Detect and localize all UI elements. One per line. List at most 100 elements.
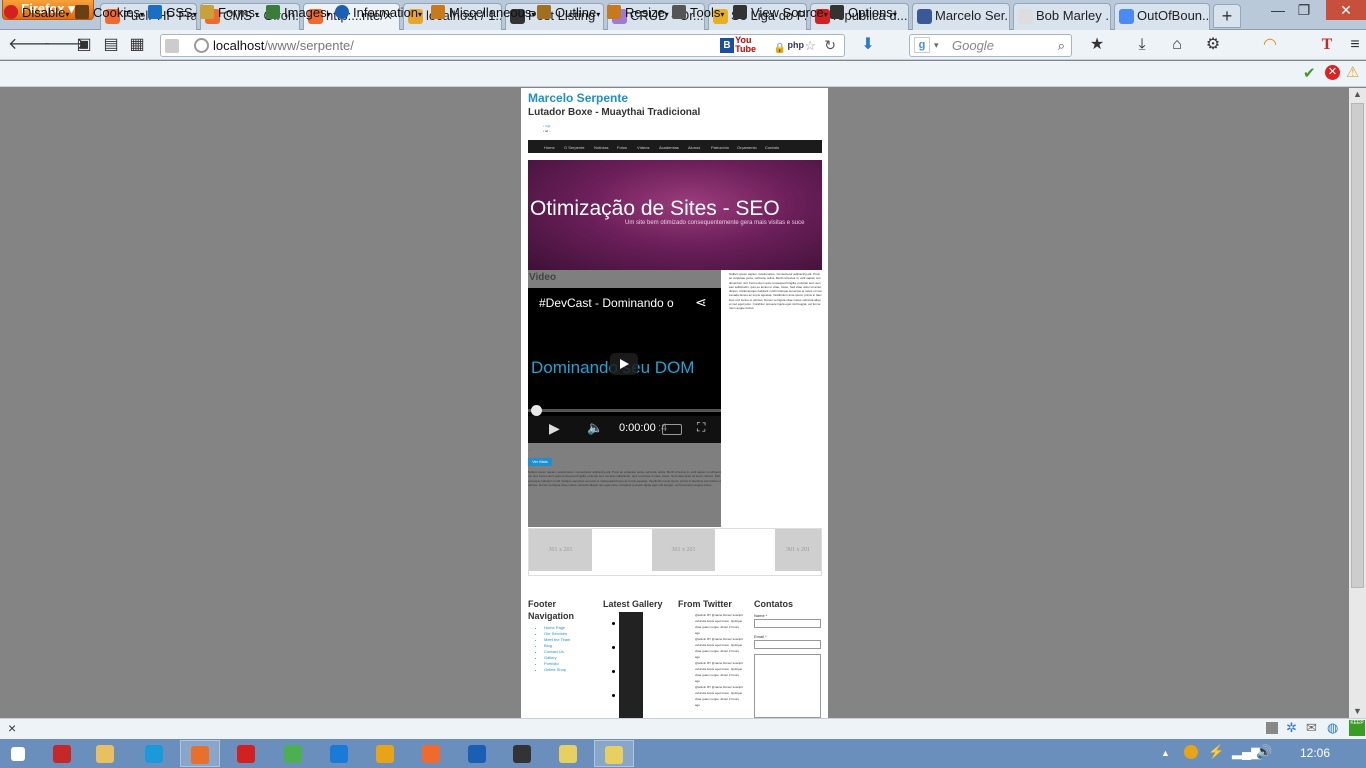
- close-addon-bar-icon[interactable]: ×: [8, 720, 16, 736]
- taskbar-power-app[interactable]: [42, 740, 82, 767]
- network-addon-icon[interactable]: ✲: [1286, 720, 1297, 736]
- webdev-menu-css[interactable]: CSS▾: [148, 4, 197, 23]
- webdev-menu-miscellaneous[interactable]: Miscellaneous▾: [431, 4, 535, 23]
- webdev-menu-options[interactable]: Options▾: [830, 4, 897, 23]
- php-addon-icon[interactable]: php: [788, 36, 805, 54]
- error-icon[interactable]: ✕: [1325, 65, 1340, 80]
- taskbar-opera[interactable]: [226, 740, 266, 767]
- taskbar-xampp[interactable]: [411, 740, 451, 767]
- scroll-down-icon[interactable]: ▼: [1353, 706, 1362, 716]
- browser-tab[interactable]: Marcelo Ser...: [912, 3, 1010, 30]
- site-nav-link[interactable]: Alunos: [688, 145, 700, 150]
- tray-expand-icon[interactable]: ▲: [1161, 748, 1170, 758]
- t-addon-icon[interactable]: T: [1317, 36, 1337, 54]
- close-window-button[interactable]: ✕: [1326, 0, 1366, 20]
- youtube-addon-icon[interactable]: You Tube: [735, 36, 756, 54]
- downloads-icon[interactable]: ⤓: [1132, 36, 1152, 54]
- site-nav-link[interactable]: Contato: [765, 145, 779, 150]
- gallery-widget[interactable]: [619, 612, 643, 718]
- forward-icon[interactable]: 🡒: [43, 36, 86, 54]
- name-field[interactable]: [754, 619, 821, 628]
- taskbar-file-explorer[interactable]: [85, 740, 125, 767]
- search-input[interactable]: g ▾ Google ⌕: [909, 34, 1072, 57]
- webdev-menu-resize[interactable]: Resize▾: [607, 4, 669, 23]
- footer-nav-link[interactable]: Online Shop: [544, 667, 570, 673]
- checkmark-icon[interactable]: ✔: [1303, 64, 1316, 82]
- video-progress[interactable]: [528, 409, 721, 412]
- site-nav-link[interactable]: Orçamento: [737, 145, 757, 150]
- site-nav-link[interactable]: O Serpente: [564, 145, 584, 150]
- site-nav-link[interactable]: Academias: [659, 145, 679, 150]
- minimize-button[interactable]: —: [1264, 0, 1292, 20]
- webdev-menu-outline[interactable]: Outline▾: [537, 4, 600, 23]
- site-nav-link[interactable]: Vídeos: [637, 145, 649, 150]
- bookmark-star-icon[interactable]: ☆: [804, 35, 816, 56]
- message-field[interactable]: [754, 654, 821, 718]
- url-bar[interactable]: localhost/www/serpente/ ↻ ☆ B You Tube 🔒 …: [160, 34, 845, 57]
- b-addon-icon[interactable]: B: [720, 38, 734, 53]
- mail-icon[interactable]: ✉: [1306, 720, 1317, 736]
- video-title[interactable]: #DevCast - Dominando o: [539, 296, 679, 310]
- addon-icon[interactable]: [1266, 722, 1278, 734]
- taskbar-media-player[interactable]: [365, 740, 405, 767]
- gear-icon[interactable]: ⚙: [1203, 36, 1223, 54]
- scroll-up-icon[interactable]: ▲: [1353, 89, 1362, 99]
- site-nav-link[interactable]: Home: [544, 145, 555, 150]
- clock[interactable]: 12:06: [1300, 746, 1330, 760]
- keep-addon-icon[interactable]: KEEP: [1349, 720, 1365, 736]
- menu-icon[interactable]: ≡: [1345, 36, 1365, 54]
- progress-knob[interactable]: [531, 405, 542, 416]
- sidebar-icon[interactable]: ▤: [101, 36, 121, 54]
- thumbnail[interactable]: 301 x 201: [652, 529, 715, 571]
- taskbar-terminal[interactable]: [502, 740, 542, 767]
- ver-mais-button[interactable]: Ver Mais: [528, 458, 552, 466]
- browser-tab[interactable]: OutOfBoun...: [1114, 3, 1210, 30]
- webdev-menu-tools[interactable]: Tools▾: [672, 4, 724, 23]
- youtube-logo-icon[interactable]: [662, 424, 682, 435]
- thumbnail[interactable]: 301 x 201: [775, 529, 821, 571]
- volume-icon[interactable]: 🔈: [587, 420, 603, 436]
- taskbar-app[interactable]: [134, 740, 174, 767]
- webdev-menu-images[interactable]: Images▾: [266, 4, 331, 23]
- scrollbar-thumb[interactable]: [1351, 103, 1364, 588]
- contact-email[interactable]: • m@...: [543, 124, 553, 128]
- taskbar-firefox[interactable]: [180, 740, 220, 767]
- lock-icon[interactable]: 🔒: [774, 38, 786, 59]
- clipboard-icon[interactable]: ▦: [127, 36, 147, 54]
- taskbar-virtualbox[interactable]: [457, 740, 497, 767]
- thumbnail[interactable]: 301 x 201: [529, 529, 592, 571]
- webdev-menu-cookies[interactable]: Cookies▾: [75, 4, 144, 23]
- webdev-menu-disable[interactable]: Disable▾: [4, 4, 69, 23]
- tweet[interactable]: @admin RT @name Donec suscipit vehicula …: [695, 660, 743, 684]
- taskbar-start-button[interactable]: [0, 740, 38, 767]
- bookmarks-icon[interactable]: ★: [1087, 36, 1107, 54]
- taskbar-notepad[interactable]: [548, 740, 588, 767]
- search-icon[interactable]: ⌕: [1058, 35, 1065, 56]
- fullscreen-icon[interactable]: ⛶: [697, 420, 705, 435]
- taskbar-file-manager[interactable]: [594, 740, 634, 767]
- taskbar-chrome[interactable]: [273, 740, 313, 767]
- power-tray-icon[interactable]: ⚡: [1208, 744, 1224, 760]
- tweet[interactable]: @admin RT @name Donec suscipit vehicula …: [695, 636, 743, 660]
- search-engine-dropdown-icon[interactable]: ▾: [934, 35, 939, 56]
- maximize-button[interactable]: ❐: [1290, 0, 1318, 20]
- tweet[interactable]: @admin RT @name Donec suscipit vehicula …: [695, 684, 743, 708]
- back-icon[interactable]: 🡐: [8, 36, 51, 54]
- play-icon[interactable]: [610, 353, 638, 375]
- globe-addon-icon[interactable]: ◍: [1327, 720, 1338, 736]
- webdev-menu-information[interactable]: Information▾: [335, 4, 422, 23]
- site-title[interactable]: Marcelo Serpente: [528, 91, 628, 105]
- share-icon[interactable]: ⋖: [695, 294, 707, 311]
- reload-icon[interactable]: ↻: [824, 35, 836, 56]
- rainbow-addon-icon[interactable]: ◠: [1260, 36, 1280, 54]
- download-icon[interactable]: ⬇: [858, 36, 878, 54]
- home-icon[interactable]: ⌂: [1167, 36, 1187, 54]
- site-nav-link[interactable]: Fotos: [617, 145, 627, 150]
- window-icon[interactable]: ▣: [74, 36, 94, 54]
- play-control-icon[interactable]: ▶: [549, 420, 560, 437]
- webdev-menu-forms[interactable]: Forms▾: [200, 4, 259, 23]
- site-nav-link[interactable]: Patrocínio: [711, 145, 729, 150]
- speaker-icon[interactable]: 🔊: [1256, 744, 1272, 760]
- tray-app-icon[interactable]: [1184, 745, 1198, 759]
- tweet[interactable]: @admin RT @name Donec suscipit vehicula …: [695, 612, 743, 636]
